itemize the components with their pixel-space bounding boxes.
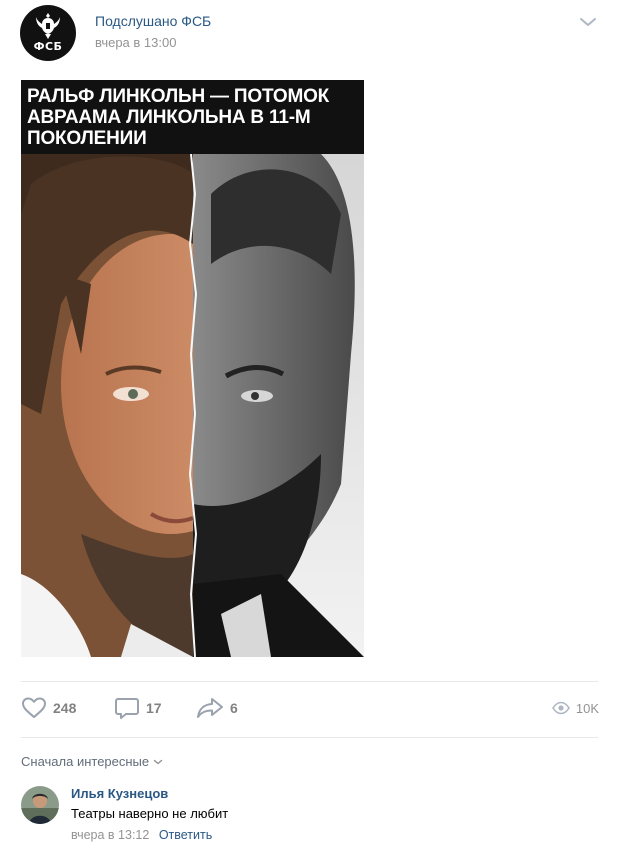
- like-button[interactable]: 248: [21, 695, 76, 721]
- post-header: ФСБ Подслушано ФСБ вчера в 13:00: [0, 0, 620, 70]
- divider: [21, 737, 598, 738]
- eye-icon: [551, 701, 570, 715]
- share-count: 6: [230, 700, 238, 716]
- post-image[interactable]: РАЛЬФ ЛИНКОЛЬН — ПОТОМОК АВРААМА ЛИНКОЛЬ…: [21, 80, 364, 657]
- comment-text: Театры наверно не любит: [71, 806, 229, 821]
- avatar-photo: [21, 786, 59, 824]
- chevron-down-icon: [153, 759, 163, 764]
- post-date[interactable]: вчера в 13:00: [95, 35, 176, 50]
- reply-button[interactable]: Ответить: [159, 828, 212, 842]
- group-name-link[interactable]: Подслушано ФСБ: [95, 13, 211, 29]
- comment-icon: [115, 698, 139, 719]
- comments-sort-dropdown[interactable]: Сначала интересные: [21, 754, 163, 769]
- view-count: 10K: [575, 700, 599, 716]
- comment-time[interactable]: вчера в 13:12: [71, 828, 149, 842]
- portrait-comparison-photo: [21, 154, 364, 657]
- wall-post: ФСБ Подслушано ФСБ вчера в 13:00 РАЛЬФ Л…: [0, 0, 620, 858]
- view-counter: 10K: [551, 697, 599, 719]
- share-icon: [197, 698, 223, 718]
- eagle-emblem-icon: [36, 13, 60, 39]
- comment-count: 17: [146, 700, 162, 716]
- comment-meta: вчера в 13:12 Ответить: [71, 828, 212, 842]
- image-caption-bar: РАЛЬФ ЛИНКОЛЬН — ПОТОМОК АВРААМА ЛИНКОЛЬ…: [21, 80, 364, 154]
- group-logo-text: ФСБ: [33, 40, 63, 53]
- comment-author-avatar[interactable]: [21, 786, 59, 824]
- image-caption: РАЛЬФ ЛИНКОЛЬН — ПОТОМОК АВРААМА ЛИНКОЛЬ…: [27, 86, 330, 149]
- share-button[interactable]: 6: [196, 695, 238, 721]
- comment-author-name[interactable]: Илья Кузнецов: [71, 786, 168, 801]
- divider: [21, 681, 598, 682]
- heart-icon: [22, 697, 46, 718]
- like-count: 248: [53, 700, 77, 716]
- chevron-down-icon[interactable]: [578, 14, 598, 30]
- group-avatar[interactable]: ФСБ: [20, 5, 76, 61]
- comment-button[interactable]: 17: [114, 695, 162, 721]
- comments-sort-label: Сначала интересные: [21, 754, 150, 769]
